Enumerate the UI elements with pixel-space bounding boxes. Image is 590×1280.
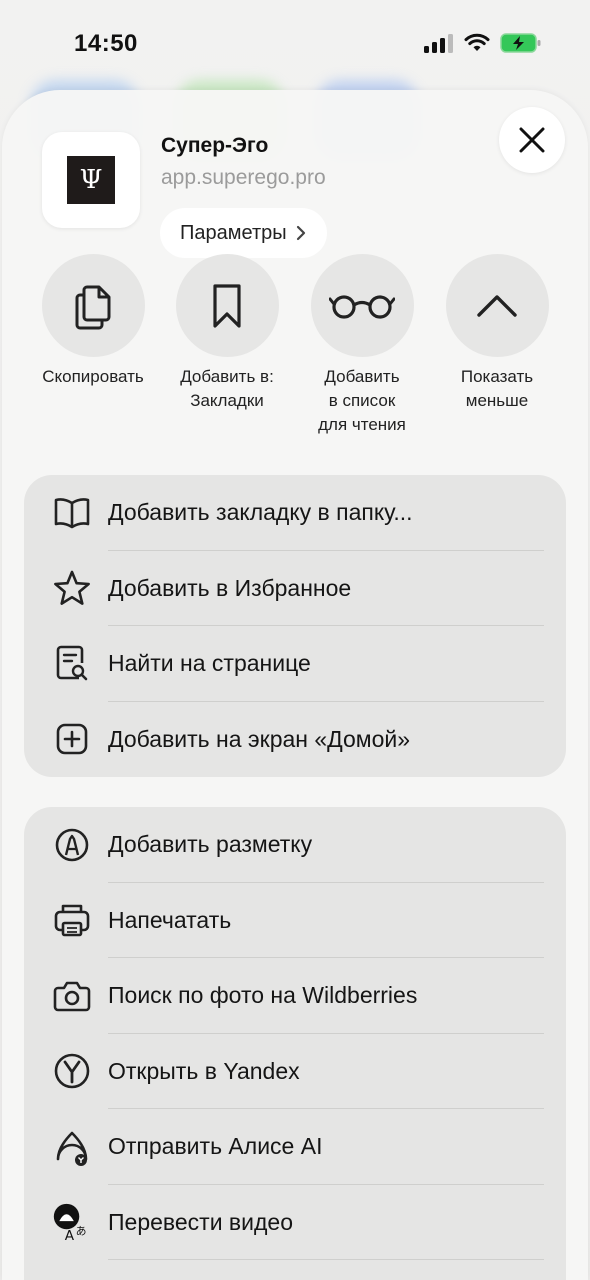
- close-button[interactable]: [499, 107, 565, 173]
- options-button[interactable]: Параметры: [160, 208, 327, 258]
- plus-square-icon: [52, 719, 92, 759]
- menu-item-label: Поиск по фото на Wildberries: [108, 982, 418, 1009]
- find-in-page-icon: [52, 644, 92, 684]
- menu-item-label: Отправить Алисе AI: [108, 1133, 323, 1160]
- menu-item-label: Открыть в Yandex: [108, 1057, 300, 1084]
- menu-item-label: Добавить разметку: [108, 831, 313, 858]
- wifi-icon: [464, 33, 490, 51]
- camera-icon: [52, 976, 92, 1016]
- menu-item-translate-video[interactable]: A あ Перевести видео: [24, 1185, 566, 1260]
- add-to-bookmarks-action[interactable]: Добавить в: Закладки: [160, 254, 294, 413]
- alice-icon: [52, 1127, 92, 1167]
- add-to-reading-list-circle[interactable]: [310, 254, 414, 357]
- share-sheet: Ψ Супер-Эго app.superego.pro Параметры С…: [2, 90, 588, 1280]
- show-less-action[interactable]: Показать меньше: [430, 254, 564, 413]
- app-url: app.superego.pro: [161, 166, 326, 189]
- chevron-up-icon: [477, 294, 517, 317]
- show-less-circle[interactable]: [445, 254, 549, 357]
- status-time: 14:50: [74, 30, 138, 57]
- svg-text:あ: あ: [76, 1225, 87, 1238]
- menu-item-send-to-alice[interactable]: Отправить Алисе AI: [24, 1109, 566, 1185]
- book-icon: [52, 493, 92, 533]
- bookmark-icon: [213, 283, 241, 328]
- printer-icon: [52, 900, 92, 940]
- battery-charging-icon: [500, 33, 541, 53]
- close-icon: [519, 127, 545, 153]
- menu-item-add-bookmark-to-folder[interactable]: Добавить закладку в папку...: [24, 475, 566, 551]
- status-icons: [424, 32, 542, 54]
- menu-item-label: Добавить на экран «Домой»: [108, 725, 411, 752]
- app-icon: Ψ: [42, 132, 140, 228]
- menu-item-label: Добавить в Избранное: [108, 574, 352, 601]
- status-bar: 14:50: [0, 0, 590, 90]
- copy-icon: [75, 285, 111, 329]
- copy-action-label: Скопировать: [42, 367, 144, 386]
- yandex-icon: [52, 1051, 92, 1091]
- copy-action[interactable]: Скопировать: [26, 254, 160, 389]
- menu-item-add-to-favorites[interactable]: Добавить в Избранное: [24, 551, 566, 626]
- chevron-right-icon: [296, 225, 305, 241]
- superego-logo-icon: Ψ: [67, 156, 115, 204]
- show-less-label: Показать меньше: [460, 367, 534, 410]
- markup-icon: [52, 825, 92, 865]
- glasses-icon: [329, 294, 395, 319]
- menu-item-label: Добавить закладку в папку...: [108, 499, 413, 526]
- copy-action-circle[interactable]: [41, 254, 145, 357]
- add-to-reading-list-label: Добавить в список для чтения: [318, 367, 406, 434]
- translate-video-icon: A あ: [52, 1202, 92, 1244]
- add-to-bookmarks-label: Добавить в: Закладки: [180, 367, 274, 410]
- menu-group-actions: Добавить разметку Напечатать Поиск по фо…: [24, 807, 566, 1280]
- add-to-bookmarks-circle[interactable]: [175, 254, 279, 357]
- svg-text:A: A: [65, 1228, 75, 1244]
- separator: [108, 1259, 544, 1260]
- menu-item-print[interactable]: Напечатать: [24, 883, 566, 958]
- menu-item-label: Напечатать: [108, 906, 232, 933]
- menu-item-label: Перевести видео: [108, 1208, 293, 1235]
- options-button-label: Параметры: [180, 221, 287, 244]
- menu-item-search-photo-wildberries[interactable]: Поиск по фото на Wildberries: [24, 958, 566, 1034]
- menu-item-find-on-page[interactable]: Найти на странице: [24, 626, 566, 702]
- add-to-reading-list-action[interactable]: Добавить в список для чтения: [295, 254, 429, 437]
- app-title: Супер-Эго: [161, 134, 269, 157]
- menu-item-open-in-yandex[interactable]: Открыть в Yandex: [24, 1034, 566, 1109]
- menu-item-add-to-home-screen[interactable]: Добавить на экран «Домой»: [24, 702, 566, 778]
- menu-item-label: Найти на странице: [108, 650, 311, 677]
- star-icon: [52, 568, 92, 608]
- menu-group-bookmarks: Добавить закладку в папку... Добавить в …: [24, 475, 566, 777]
- cellular-signal-icon: [424, 34, 453, 53]
- menu-item-add-markup[interactable]: Добавить разметку: [24, 807, 566, 883]
